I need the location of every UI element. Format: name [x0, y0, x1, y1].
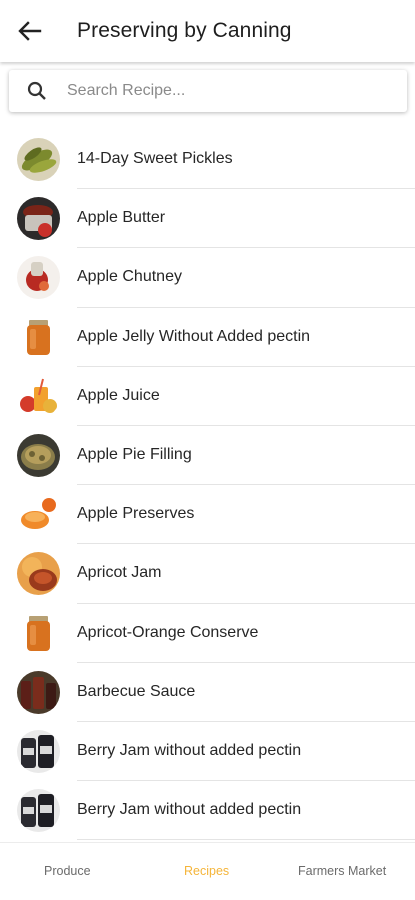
recipe-label: Apple Preserves [77, 505, 195, 523]
list-item[interactable]: Apple Jelly Without Added pectin [0, 308, 415, 367]
recipe-label: Barbecue Sauce [77, 682, 196, 700]
recipe-thumbnail [17, 789, 60, 833]
list-item[interactable]: Berry Jam without added pectin [0, 781, 415, 841]
list-item[interactable]: 14-Day Sweet Pickles [0, 130, 415, 190]
recipe-label: Apple Juice [77, 386, 160, 404]
list-item[interactable]: Apple Butter [0, 189, 415, 249]
bottom-navigation: Produce Recipes Farmers Market [0, 842, 415, 900]
search-input[interactable] [67, 76, 397, 106]
list-item[interactable]: Apricot-Orange Conserve [0, 604, 415, 663]
list-item[interactable]: Apple Preserves [0, 485, 415, 545]
recipe-thumbnail [17, 374, 60, 418]
recipe-label: Apple Jelly Without Added pectin [77, 327, 311, 345]
list-item[interactable]: Apple Pie Filling [0, 426, 415, 486]
list-item[interactable]: Berry Jam without added pectin [0, 722, 415, 782]
divider [77, 839, 415, 841]
recipe-thumbnail [17, 670, 60, 714]
app-bar: Preserving by Canning [0, 0, 415, 62]
recipe-label: Apple Butter [77, 209, 166, 227]
back-button[interactable] [14, 15, 46, 47]
recipe-label: Berry Jam without added pectin [77, 741, 302, 759]
search-icon [27, 81, 47, 101]
search-bar[interactable] [9, 70, 407, 112]
recipe-label: Apricot Jam [77, 564, 162, 582]
recipe-thumbnail [17, 729, 60, 773]
recipe-thumbnail [17, 552, 60, 596]
recipe-thumbnail [17, 433, 60, 477]
recipe-thumbnail [17, 493, 60, 537]
recipe-thumbnail [17, 138, 60, 181]
recipe-thumbnail [17, 197, 60, 241]
page-title: Preserving by Canning [77, 19, 292, 42]
recipe-label: Apricot-Orange Conserve [77, 623, 259, 641]
list-item[interactable]: Apple Chutney [0, 248, 415, 308]
list-item[interactable]: Apple Juice [0, 367, 415, 426]
recipe-label: Berry Jam without added pectin [77, 801, 302, 819]
nav-recipes[interactable]: Recipes [184, 864, 229, 878]
list-item[interactable]: Barbecue Sauce [0, 663, 415, 722]
nav-farmers-market[interactable]: Farmers Market [298, 864, 386, 878]
nav-produce[interactable]: Produce [44, 864, 91, 878]
recipe-label: 14-Day Sweet Pickles [77, 150, 233, 167]
recipe-list: 14-Day Sweet Pickles Apple Butter Apple … [0, 130, 415, 842]
recipe-thumbnail [17, 611, 60, 655]
recipe-thumbnail [17, 315, 60, 359]
list-item[interactable]: Apricot Jam [0, 544, 415, 604]
recipe-label: Apple Pie Filling [77, 445, 192, 463]
recipe-label: Apple Chutney [77, 268, 182, 286]
recipe-thumbnail [17, 256, 60, 300]
arrow-left-icon [14, 15, 46, 47]
